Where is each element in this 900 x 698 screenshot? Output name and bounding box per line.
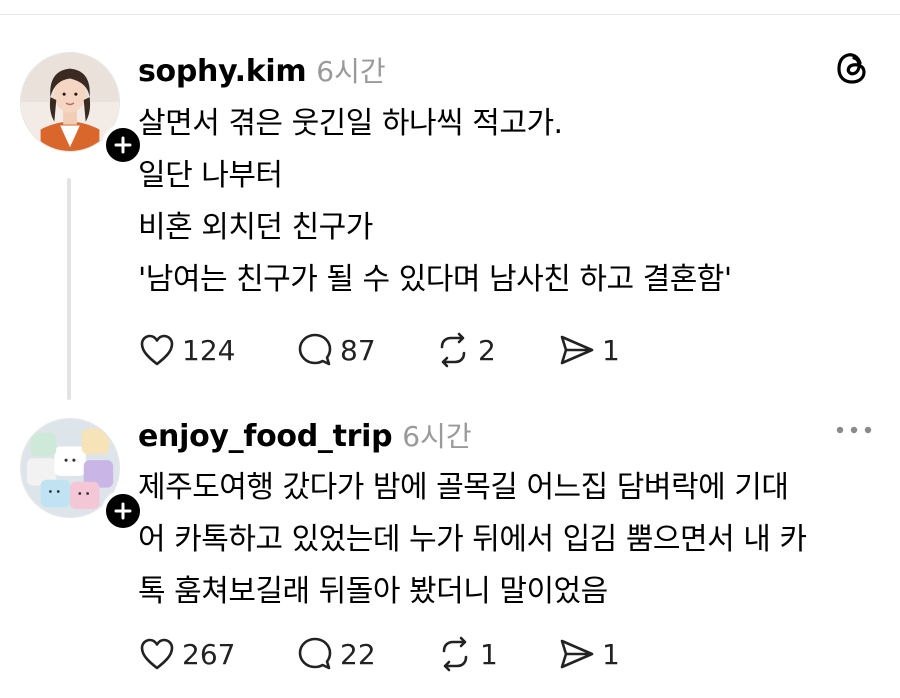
comment-count: 22 (340, 637, 376, 671)
comment-bubble-icon (298, 333, 332, 366)
post-line: 일단 나부터 (138, 158, 283, 193)
timestamp: 6시간 (316, 55, 386, 88)
heart-icon (140, 334, 174, 366)
share-count: 1 (602, 637, 620, 671)
post-line: 살면서 겪은 웃긴일 하나씩 적고가. (138, 106, 563, 141)
post-line: '남여는 친구가 될 수 있다며 남사친 하고 결혼함' (138, 262, 732, 297)
heart-icon (140, 638, 174, 670)
timestamp: 6시간 (402, 420, 472, 453)
post-line: 제주도여행 갔다가 밤에 골목길 어느집 담벼락에 기대 (138, 470, 789, 505)
like-button[interactable]: 124 (138, 331, 296, 369)
comment-count: 87 (340, 333, 376, 367)
username[interactable]: sophy.kim (138, 54, 307, 89)
avatar-container[interactable] (20, 52, 144, 166)
post-line: 어 카톡하고 있었는데 누가 뒤에서 입김 뿜으면서 내 카 (138, 522, 807, 557)
post-line: 톡 훔쳐보길래 뒤돌아 봤더니 말이었음 (138, 574, 608, 609)
comment-button[interactable]: 22 (296, 635, 436, 673)
like-button[interactable]: 267 (138, 635, 296, 673)
avatar-container[interactable] (20, 418, 144, 532)
thread-line (67, 178, 71, 400)
post-header: sophy.kim 6시간 (138, 50, 386, 90)
post-line: 비혼 외치던 친구가 (138, 210, 373, 245)
more-dots-icon[interactable] (834, 420, 874, 440)
post-header: enjoy_food_trip 6시간 (138, 415, 472, 455)
share-count: 1 (602, 333, 620, 367)
comment-button[interactable]: 87 (296, 331, 434, 369)
action-bar: 267 22 1 1 (138, 634, 638, 674)
like-count: 124 (182, 333, 236, 367)
username[interactable]: enjoy_food_trip (138, 419, 393, 454)
post-body: 살면서 겪은 웃긴일 하나씩 적고가. 일단 나부터 비혼 외치던 친구가 '남… (138, 98, 732, 306)
repost-icon (440, 332, 466, 368)
repost-button[interactable]: 1 (436, 635, 558, 673)
plus-icon (114, 502, 132, 520)
action-bar: 124 87 2 1 (138, 330, 638, 370)
comment-bubble-icon (298, 637, 332, 670)
plus-icon (114, 136, 132, 154)
share-button[interactable]: 1 (558, 635, 638, 673)
share-button[interactable]: 1 (558, 331, 638, 369)
repost-icon (442, 636, 468, 672)
repost-count: 1 (480, 637, 498, 671)
threads-logo-icon[interactable] (834, 50, 870, 86)
post-body: 제주도여행 갔다가 밤에 골목길 어느집 담벼락에 기대 어 카톡하고 있었는데… (138, 462, 807, 618)
send-icon (560, 335, 594, 365)
repost-count: 2 (478, 333, 496, 367)
like-count: 267 (182, 637, 236, 671)
repost-button[interactable]: 2 (434, 331, 558, 369)
top-divider (0, 14, 900, 15)
send-icon (560, 639, 594, 669)
